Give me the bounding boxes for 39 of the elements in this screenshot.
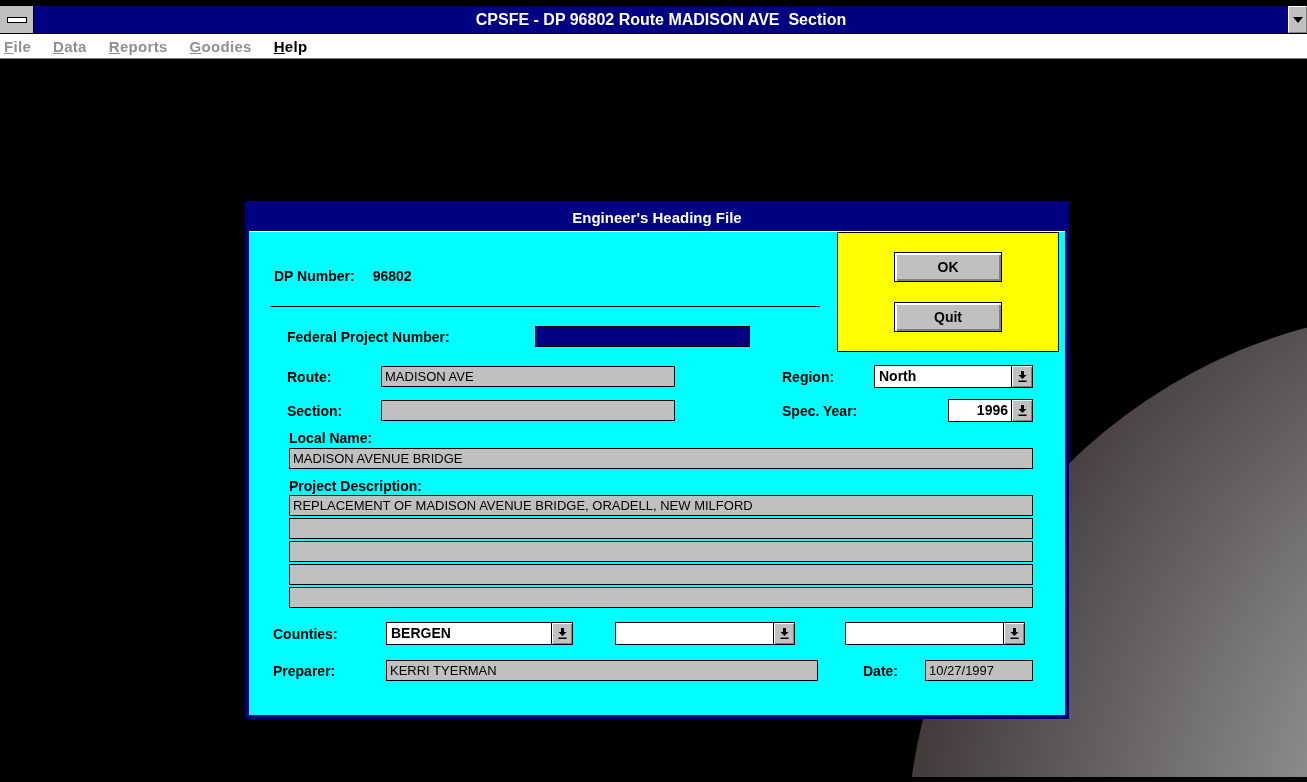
section-label: Section: bbox=[287, 402, 344, 419]
spec-year-dropdown[interactable]: 1996 bbox=[948, 399, 1033, 422]
caret-icon bbox=[1292, 16, 1303, 23]
date-label: Date: bbox=[863, 662, 899, 679]
preparer-field[interactable]: KERRI TYERMAN bbox=[386, 660, 818, 681]
description-line-field[interactable] bbox=[289, 518, 1033, 539]
local-name-label: Local Name: bbox=[289, 430, 374, 447]
dialog-button[interactable]: OK bbox=[894, 252, 1002, 282]
project-description-label: Project Description: bbox=[289, 478, 424, 495]
section-field[interactable] bbox=[381, 400, 675, 421]
spec-year-value: 1996 bbox=[975, 401, 1009, 420]
route-label: Route: bbox=[287, 368, 333, 385]
description-line-field[interactable] bbox=[289, 587, 1033, 608]
dialog-title: Engineer's Heading File bbox=[249, 205, 1065, 232]
dialog-button[interactable]: Quit bbox=[894, 302, 1002, 332]
region-label: Region: bbox=[782, 368, 836, 385]
description-line-field[interactable]: REPLACEMENT OF MADISON AVENUE BRIDGE, ORADELL, NEW MILFORD bbox=[289, 495, 1033, 516]
county-dropdown[interactable]: BERGEN bbox=[386, 622, 573, 645]
county-dropdown[interactable] bbox=[845, 622, 1025, 645]
window-menu-button[interactable] bbox=[1288, 6, 1307, 33]
route-field[interactable]: MADISON AVE bbox=[381, 366, 675, 387]
federal-project-number-label: Federal Project Number: bbox=[287, 328, 451, 345]
local-name-field[interactable]: MADISON AVENUE BRIDGE bbox=[289, 448, 1033, 469]
window-title: CPSFE - DP 96802 Route MADISON AVE Section bbox=[474, 10, 848, 29]
description-line-field[interactable] bbox=[289, 564, 1033, 585]
region-dropdown[interactable]: North bbox=[874, 365, 1033, 388]
system-menu-button[interactable] bbox=[0, 6, 34, 33]
county-value: BERGEN bbox=[390, 624, 452, 643]
dp-number-label: DP Number: bbox=[274, 268, 355, 286]
county-dropdown[interactable] bbox=[615, 622, 795, 645]
menu-item[interactable]: Help bbox=[273, 37, 308, 55]
region-value: North bbox=[878, 367, 918, 386]
federal-project-number-field[interactable] bbox=[535, 326, 750, 347]
spec-year-label: Spec. Year: bbox=[782, 402, 859, 419]
preparer-label: Preparer: bbox=[273, 662, 337, 679]
description-line-field[interactable] bbox=[289, 541, 1033, 562]
counties-label: Counties: bbox=[273, 625, 339, 642]
dp-number-value: 96802 bbox=[372, 268, 412, 286]
date-field[interactable]: 10/27/1997 bbox=[925, 660, 1033, 681]
